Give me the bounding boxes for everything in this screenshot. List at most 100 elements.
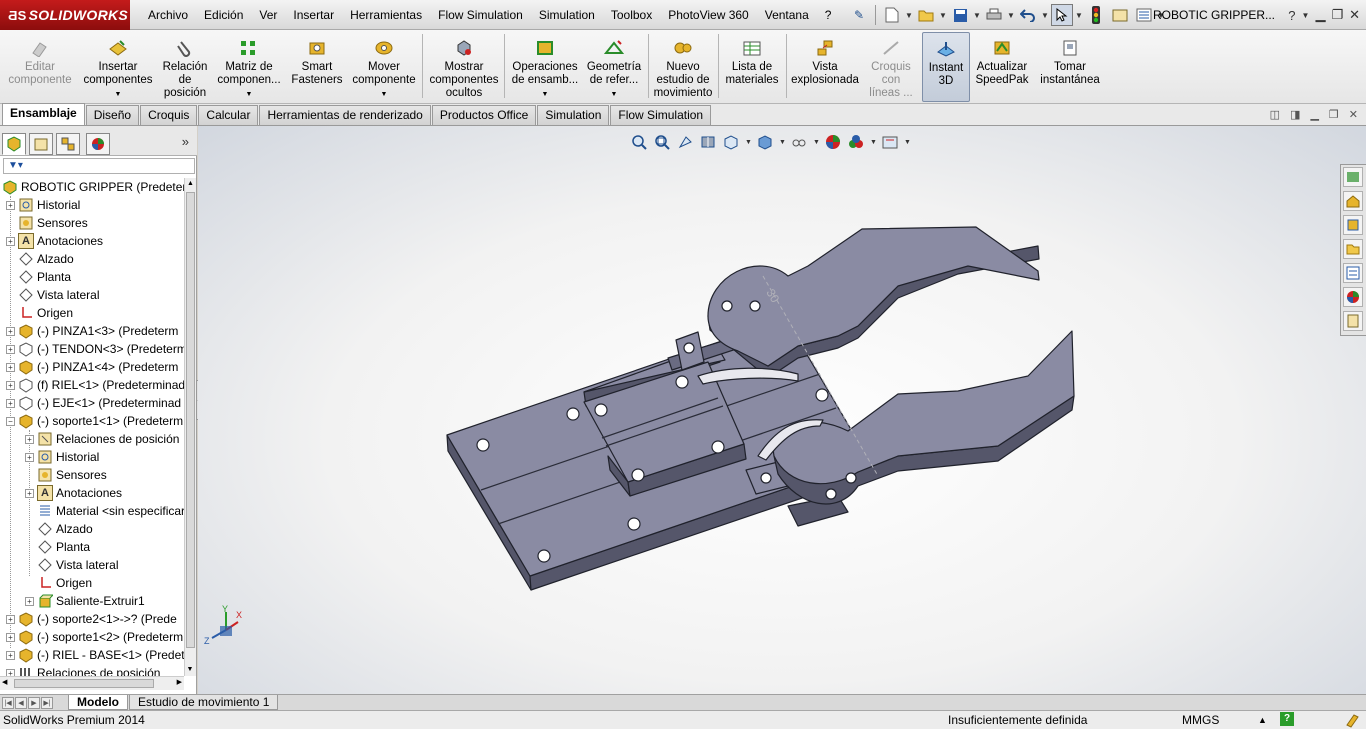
graphics-area[interactable]: ▼ ▼ ▼ ▼ ▼ 30 Y X Z: [198, 126, 1366, 694]
bill-of-materials-button[interactable]: Lista de materiales: [720, 32, 784, 102]
next-tab-icon[interactable]: ▶: [28, 696, 40, 709]
tree-item-origen[interactable]: Origen: [0, 304, 184, 322]
tree-root-assembly[interactable]: ROBOTIC GRIPPER (Predeterm: [0, 178, 184, 196]
property-manager-tab[interactable]: [29, 133, 53, 155]
tree-item-eje-1[interactable]: + (-) EJE<1> (Predeterminad: [0, 394, 184, 412]
tab-calcular[interactable]: Calcular: [198, 105, 259, 125]
undo-dropdown[interactable]: ▼: [1041, 11, 1049, 20]
menu-help[interactable]: ?: [817, 8, 840, 22]
unit-system[interactable]: MMGS: [1182, 713, 1219, 727]
tree-item-historial[interactable]: + Historial: [0, 196, 184, 214]
scroll-up-icon[interactable]: ▲: [185, 178, 196, 190]
tree-item-tendon-3[interactable]: + (-) TENDON<3> (Predeterm: [0, 340, 184, 358]
smart-fasteners-button[interactable]: Smart Fasteners: [286, 32, 348, 102]
expand-toggle[interactable]: +: [25, 488, 34, 498]
expand-toggle[interactable]: +: [6, 344, 15, 354]
tree-subitem-sensores[interactable]: Sensores: [0, 466, 184, 484]
tree-subitem-origen[interactable]: Origen: [0, 574, 184, 592]
tree-item-pinza1-3[interactable]: + (-) PINZA1<3> (Predeterm: [0, 322, 184, 340]
expand-toggle[interactable]: +: [6, 614, 15, 624]
solidworks-logo[interactable]: ƋS SOLIDWORKS: [0, 0, 130, 30]
help-dropdown-icon[interactable]: ▼: [1302, 11, 1310, 20]
view-palette-icon[interactable]: [1343, 263, 1363, 283]
open-folder-icon[interactable]: [915, 4, 937, 26]
pin-icon[interactable]: ✎: [848, 4, 870, 26]
reference-geometry-button[interactable]: Geometría de refer... ▼: [582, 32, 646, 102]
menu-toolbox[interactable]: Toolbox: [603, 8, 660, 22]
doc-close-icon[interactable]: ✕: [1349, 108, 1358, 121]
display-manager-tab[interactable]: [86, 133, 110, 155]
update-speedpak-button[interactable]: Actualizar SpeedPak: [972, 32, 1032, 102]
menu-ver[interactable]: Ver: [251, 8, 285, 22]
tab-diseno[interactable]: Diseño: [85, 105, 140, 125]
options-icon[interactable]: [1133, 4, 1155, 26]
save-dropdown[interactable]: ▼: [973, 11, 981, 20]
tree-item-pinza1-4[interactable]: + (-) PINZA1<4> (Predeterm: [0, 358, 184, 376]
tab-simulation[interactable]: Simulation: [537, 105, 610, 125]
expand-toggle[interactable]: +: [6, 326, 15, 336]
expand-toggle[interactable]: +: [6, 398, 15, 408]
file-properties-icon[interactable]: [1109, 4, 1131, 26]
tree-subitem-material[interactable]: Material <sin especificar>: [0, 502, 184, 520]
select-cursor-icon[interactable]: [1051, 4, 1073, 26]
expand-panel-icon[interactable]: »: [182, 134, 189, 149]
assembly-features-button[interactable]: Operaciones de ensamb... ▼: [508, 32, 582, 102]
menu-photoview[interactable]: PhotoView 360: [660, 8, 757, 22]
new-document-icon[interactable]: [881, 4, 903, 26]
expand-toggle[interactable]: +: [25, 452, 34, 462]
scroll-left-icon[interactable]: ◀: [2, 678, 7, 686]
home-icon[interactable]: [1343, 191, 1363, 211]
tree-item-planta[interactable]: Planta: [0, 268, 184, 286]
scrollbar-thumb[interactable]: [186, 192, 195, 648]
tree-item-soporte1-1[interactable]: − (-) soporte1<1> (Predeterm: [0, 412, 184, 430]
save-icon[interactable]: [949, 4, 971, 26]
tree-subitem-vista-lateral[interactable]: Vista lateral: [0, 556, 184, 574]
close-icon[interactable]: ✕: [1349, 7, 1360, 23]
move-component-button[interactable]: Mover componente ▼: [348, 32, 420, 102]
file-explorer-icon[interactable]: [1343, 239, 1363, 259]
doc-minimize-icon[interactable]: ▁: [1310, 108, 1318, 121]
expand-toggle[interactable]: +: [6, 650, 15, 660]
tree-subitem-alzado[interactable]: Alzado: [0, 520, 184, 538]
menu-herramientas[interactable]: Herramientas: [342, 8, 430, 22]
tree-item-vista-lateral[interactable]: Vista lateral: [0, 286, 184, 304]
take-snapshot-button[interactable]: Tomar instantánea: [1034, 32, 1106, 102]
tab-productos-office[interactable]: Productos Office: [431, 105, 537, 125]
mate-button[interactable]: Relación de posición: [156, 32, 214, 102]
tree-subitem-anotaciones[interactable]: + A Anotaciones: [0, 484, 184, 502]
tab-modelo[interactable]: Modelo: [68, 695, 128, 710]
component-pattern-button[interactable]: Matriz de componen... ▼: [214, 32, 284, 102]
insert-components-button[interactable]: Insertar componentes ▼: [80, 32, 156, 102]
tree-subitem-historial[interactable]: + Historial: [0, 448, 184, 466]
collapse-toggle[interactable]: −: [6, 416, 15, 426]
explode-line-sketch-button[interactable]: Croquis con líneas ...: [862, 32, 920, 102]
last-tab-icon[interactable]: ▶|: [41, 696, 53, 709]
select-dropdown[interactable]: ▼: [1075, 11, 1083, 20]
tree-item-riel-1[interactable]: + (f) RIEL<1> (Predeterminad: [0, 376, 184, 394]
exploded-view-button[interactable]: Vista explosionada: [788, 32, 862, 102]
scrollbar-thumb[interactable]: [14, 679, 154, 688]
doc-restore-icon[interactable]: ❐: [1329, 108, 1339, 121]
help-icon[interactable]: ?: [1288, 8, 1295, 23]
help-status-icon[interactable]: ?: [1280, 712, 1294, 726]
new-dropdown[interactable]: ▼: [905, 11, 913, 20]
tab-ensamblaje[interactable]: Ensamblaje: [2, 103, 85, 125]
undo-icon[interactable]: [1017, 4, 1039, 26]
tile-icon[interactable]: ◫: [1270, 108, 1280, 121]
tab-herramientas-renderizado[interactable]: Herramientas de renderizado: [259, 105, 431, 125]
menu-ventana[interactable]: Ventana: [757, 8, 817, 22]
tab-croquis[interactable]: Croquis: [140, 105, 198, 125]
rebuild-traffic-light-icon[interactable]: [1085, 4, 1107, 26]
expand-toggle[interactable]: +: [6, 380, 15, 390]
first-tab-icon[interactable]: |◀: [2, 696, 14, 709]
expand-toggle[interactable]: +: [6, 236, 15, 246]
expand-toggle[interactable]: +: [25, 596, 34, 606]
edit-component-button[interactable]: Editar componente: [2, 32, 78, 102]
units-dropdown-icon[interactable]: ▲: [1258, 715, 1267, 725]
prev-tab-icon[interactable]: ◀: [15, 696, 27, 709]
solidworks-resources-icon[interactable]: [1343, 167, 1363, 187]
tree-subitem-planta[interactable]: Planta: [0, 538, 184, 556]
custom-properties-icon[interactable]: [1343, 311, 1363, 331]
design-library-icon[interactable]: [1343, 215, 1363, 235]
configuration-manager-tab[interactable]: [56, 133, 80, 155]
